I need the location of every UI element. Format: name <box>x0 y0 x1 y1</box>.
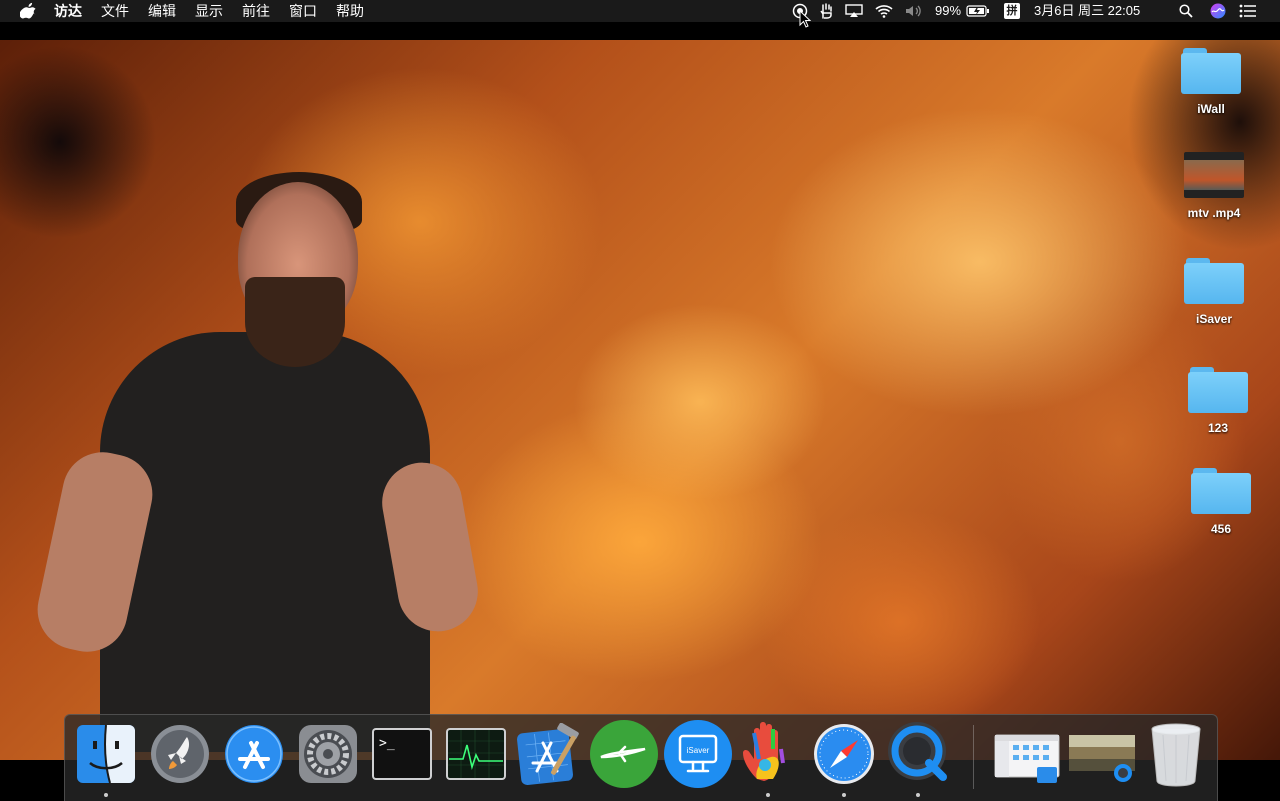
desktop-wallpaper <box>0 22 1280 800</box>
dock-divider <box>973 725 974 789</box>
spotlight-search-icon[interactable] <box>1176 0 1196 22</box>
person-beard <box>245 277 345 367</box>
isaver-icon-label: iSaver <box>687 746 710 755</box>
dock-trash-icon[interactable] <box>1145 723 1207 787</box>
desktop-item-label: iWall <box>1197 102 1225 116</box>
dock-quicktime-icon[interactable] <box>887 722 949 797</box>
dock-wallpaper-window-thumbnail-icon[interactable] <box>1067 723 1137 785</box>
desktop-folder-456[interactable]: 456 <box>1176 468 1266 536</box>
clock[interactable]: 3月6日 周三 22:05 <box>1034 0 1164 22</box>
wallpaper-letterbox-top <box>0 22 1280 40</box>
folder-icon <box>1184 258 1244 304</box>
volume-icon[interactable] <box>902 0 926 22</box>
input-method-label: 拼 <box>1004 3 1020 19</box>
dock-terminal-icon[interactable]: >_ <box>371 723 433 785</box>
notification-center-icon[interactable] <box>1237 0 1259 22</box>
input-method-indicator[interactable]: 拼 <box>1002 0 1022 22</box>
desktop-item-label: 456 <box>1210 522 1232 536</box>
menu-window[interactable]: 窗口 <box>289 0 317 22</box>
person-torso <box>100 332 430 752</box>
dock-activity-monitor-icon[interactable] <box>445 723 507 785</box>
dock-airplane-app-icon[interactable] <box>589 720 658 788</box>
menu-app-name[interactable]: 访达 <box>54 0 82 22</box>
hand-gesture-icon[interactable] <box>816 0 836 22</box>
folder-icon <box>1181 48 1241 94</box>
desktop-folder-iwall[interactable]: iWall <box>1166 48 1256 116</box>
desktop-item-label: iSaver <box>1195 312 1233 326</box>
desktop-folder-123[interactable]: 123 <box>1173 367 1263 435</box>
battery-percentage[interactable]: 99% <box>933 0 963 22</box>
dock: >_ iSaver <box>64 714 1218 801</box>
siri-icon[interactable] <box>1208 0 1228 22</box>
dock-xcode-icon[interactable] <box>517 722 579 785</box>
dock-launchpad-icon[interactable] <box>149 723 211 785</box>
folder-icon <box>1191 468 1251 514</box>
desktop-folder-isaver[interactable]: iSaver <box>1169 258 1259 326</box>
desktop-item-label: 123 <box>1207 421 1229 435</box>
folder-icon <box>1188 367 1248 413</box>
menu-help[interactable]: 帮助 <box>336 0 364 22</box>
dock-painted-hand-icon[interactable] <box>737 722 799 797</box>
dock-safari-icon[interactable] <box>813 723 875 797</box>
apple-menu-icon[interactable] <box>19 0 36 22</box>
desktop-item-label: mtv .mp4 <box>1187 206 1241 220</box>
dock-finder-window-thumbnail-icon[interactable] <box>993 723 1063 785</box>
video-thumbnail-icon <box>1184 152 1244 198</box>
menu-edit[interactable]: 编辑 <box>148 0 176 22</box>
mouse-cursor-icon <box>799 9 812 33</box>
wifi-icon[interactable] <box>872 0 896 22</box>
dock-system-preferences-icon[interactable] <box>297 723 359 785</box>
battery-icon[interactable] <box>965 0 991 22</box>
menu-file[interactable]: 文件 <box>101 0 129 22</box>
menu-bar: 访达 文件 编辑 显示 前往 窗口 帮助 99% 拼 3月6日 周三 22:05 <box>0 0 1280 22</box>
desktop-file-mtv[interactable]: mtv .mp4 <box>1169 152 1259 220</box>
menu-view[interactable]: 显示 <box>195 0 223 22</box>
dock-finder-icon[interactable] <box>75 723 137 797</box>
dock-isaver-app-icon[interactable]: iSaver <box>663 720 732 788</box>
dock-app-store-icon[interactable] <box>223 723 285 785</box>
airplay-icon[interactable] <box>843 0 865 22</box>
svg-text:>_: >_ <box>379 736 395 751</box>
menu-go[interactable]: 前往 <box>242 0 270 22</box>
